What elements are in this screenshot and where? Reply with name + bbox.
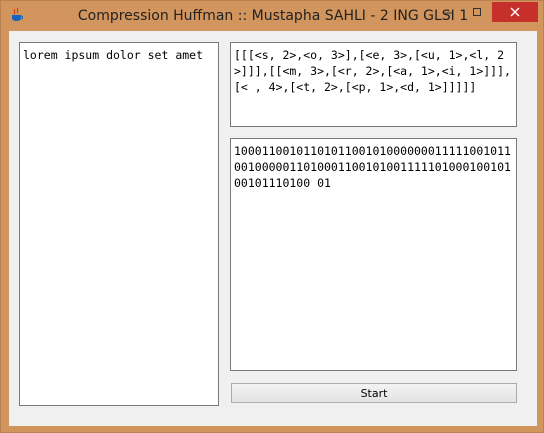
window-content: lorem ipsum dolor set amet [[[<s, 2>,<o,… — [9, 31, 537, 426]
start-button[interactable]: Start — [231, 383, 517, 403]
encoded-output-text-area[interactable]: 1000110010110101100101000000011111001011… — [230, 138, 517, 371]
minimize-button[interactable] — [435, 2, 463, 22]
close-icon — [510, 7, 520, 17]
huffman-tree-text-area[interactable]: [[[<s, 2>,<o, 3>],[<e, 3>,[<u, 1>,<l, 2>… — [230, 42, 517, 127]
close-button[interactable] — [492, 2, 538, 22]
minimize-icon — [445, 12, 453, 14]
title-bar[interactable]: Compression Huffman :: Mustapha SAHLI - … — [1, 1, 544, 31]
input-text-area[interactable]: lorem ipsum dolor set amet — [19, 42, 219, 406]
application-window: Compression Huffman :: Mustapha SAHLI - … — [0, 0, 544, 433]
maximize-icon — [473, 8, 481, 16]
maximize-button[interactable] — [463, 2, 491, 22]
